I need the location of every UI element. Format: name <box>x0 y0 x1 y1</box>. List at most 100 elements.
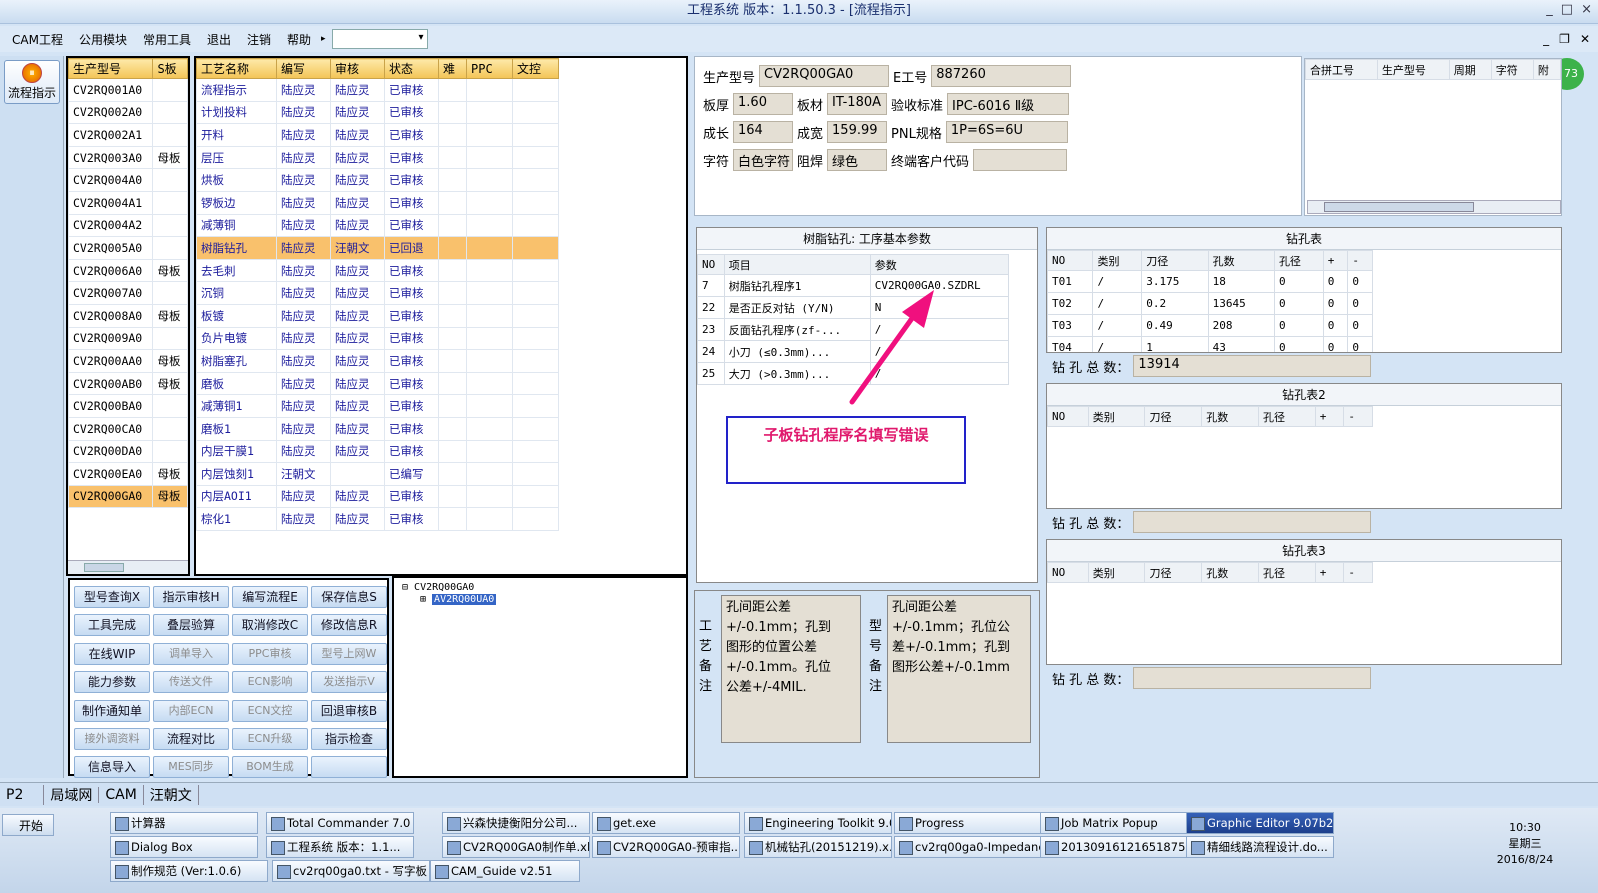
taskbar-item[interactable]: 20130916121651875.rt... <box>1040 836 1188 858</box>
table-row[interactable]: 流程指示 陆应灵 陆应灵 已审核 <box>196 78 559 102</box>
param-col[interactable]: 项目 <box>723 254 871 275</box>
table-row[interactable]: CV2RQ009A0 <box>67 326 188 351</box>
char-field[interactable]: 白色字符 <box>733 149 794 171</box>
drill-col[interactable]: + <box>1314 406 1345 427</box>
table-row[interactable]: CV2RQ00AB0 母板 <box>67 371 188 396</box>
col-model[interactable]: 生产型号 <box>67 58 154 79</box>
taskbar-item[interactable]: 精细线路流程设计.do... <box>1186 836 1334 858</box>
table-row[interactable]: CV2RQ00DA0 <box>67 439 188 464</box>
drill-col[interactable]: 刀径 <box>1141 250 1209 271</box>
action-button[interactable]: 保存信息S <box>311 586 387 608</box>
action-button[interactable]: 调单导入 <box>153 642 229 665</box>
merge-col[interactable]: 字符 <box>1490 59 1534 80</box>
table-row[interactable]: CV2RQ00GA0 母板 <box>67 484 188 509</box>
table-row[interactable]: CV2RQ006A0 母板 <box>67 258 188 283</box>
table-row[interactable]: 烘板 陆应灵 陆应灵 已审核 <box>196 168 559 192</box>
table-row[interactable]: 减薄铜 陆应灵 陆应灵 已审核 <box>196 213 559 238</box>
taskbar-item[interactable]: Total Commander 7.0 ... <box>266 812 414 834</box>
flow-instruction-button[interactable]: ⏸ 流程指示 <box>4 60 60 104</box>
standard-field[interactable]: IPC-6016 Ⅱ级 <box>947 93 1070 115</box>
material-field[interactable]: IT-180A <box>827 93 888 115</box>
width-field[interactable]: 159.99 <box>827 121 888 143</box>
drill-col[interactable]: NO <box>1047 406 1089 427</box>
taskbar-item[interactable]: CV2RQ00GA0制作单.xl... <box>442 836 590 858</box>
table-row[interactable]: CV2RQ003A0 母板 <box>67 145 188 170</box>
table-row[interactable]: 内层蚀刻1 汪朝文 已编写 <box>196 462 559 486</box>
drill-col[interactable]: + <box>1314 562 1345 583</box>
action-button[interactable]: BOM生成 <box>232 756 308 779</box>
drill-col[interactable]: 孔数 <box>1201 562 1259 583</box>
col-header[interactable]: 状态 <box>384 58 439 79</box>
action-button[interactable]: 发送指示V <box>311 671 387 694</box>
drill-col[interactable]: - <box>1347 250 1373 271</box>
tree-child[interactable]: ⊞ AV2RQ00UA0 <box>394 593 686 605</box>
menu-overflow-icon[interactable]: ▸ <box>319 34 328 44</box>
action-button[interactable]: 在线WIP <box>74 642 150 665</box>
action-button[interactable]: 编写流程E <box>232 586 308 608</box>
action-button[interactable]: 接外调资料 <box>74 727 150 750</box>
drill-sum-1-field[interactable]: 13914 <box>1133 355 1372 377</box>
taskbar-item[interactable]: 制作规范 (Ver:1.0.6) <box>110 860 268 882</box>
col-header[interactable]: PPC <box>466 58 513 79</box>
table-row[interactable]: 内层AOI1 陆应灵 陆应灵 已审核 <box>196 484 559 509</box>
merge-col[interactable]: 附 <box>1532 59 1562 80</box>
table-row[interactable]: CV2RQ001A0 <box>67 78 188 102</box>
merge-scrollbar[interactable] <box>1307 200 1561 214</box>
action-button[interactable]: 内部ECN <box>153 699 229 722</box>
col-header[interactable]: 编写 <box>276 58 331 79</box>
action-button[interactable]: 流程对比 <box>153 727 229 750</box>
table-row[interactable]: 板镀 陆应灵 陆应灵 已审核 <box>196 303 559 328</box>
action-button[interactable]: 型号查询X <box>74 586 150 608</box>
col-header[interactable]: 工艺名称 <box>196 58 277 79</box>
table-row[interactable]: 层压 陆应灵 陆应灵 已审核 <box>196 145 559 170</box>
drill-col[interactable]: 孔径 <box>1273 250 1324 271</box>
table-row[interactable]: CV2RQ002A1 <box>67 123 188 147</box>
drill-col[interactable]: - <box>1343 406 1373 427</box>
start-button[interactable]: 开始 <box>2 814 54 836</box>
drill-col[interactable]: + <box>1322 250 1349 271</box>
model-remark-text[interactable]: 孔间距公差+/-0.1mm；孔位公差+/-0.1mm；孔到图形公差+/-0.1m… <box>887 595 1031 743</box>
action-button[interactable]: 指示检查 <box>311 727 387 750</box>
table-row[interactable]: T01/3.175 18 0 0 0 <box>1047 270 1373 293</box>
menu-combo[interactable] <box>331 29 428 49</box>
param-col[interactable]: 参数 <box>869 254 1010 275</box>
thickness-field[interactable]: 1.60 <box>733 93 794 115</box>
table-row[interactable]: 减薄铜1 陆应灵 陆应灵 已审核 <box>196 394 559 418</box>
table-row[interactable]: 锣板边 陆应灵 陆应灵 已审核 <box>196 190 559 215</box>
action-button[interactable]: 信息导入 <box>74 756 150 779</box>
menu-item-5[interactable]: 帮助 <box>279 31 319 48</box>
table-row[interactable]: 内层干膜1 陆应灵 陆应灵 已审核 <box>196 439 559 464</box>
menu-item-2[interactable]: 常用工具 <box>135 31 199 48</box>
drill-col[interactable]: 类别 <box>1087 406 1146 427</box>
status-tab-user[interactable]: 汪朝文 <box>142 784 199 805</box>
taskbar-item[interactable]: get.exe <box>592 812 740 834</box>
action-button[interactable]: 传送文件 <box>153 671 229 694</box>
menu-item-1[interactable]: 公用模块 <box>71 31 135 48</box>
menu-item-0[interactable]: CAM工程 <box>4 31 71 48</box>
merge-col[interactable]: 生产型号 <box>1376 59 1450 80</box>
taskbar-item[interactable]: 机械钻孔(20151219).x... <box>744 836 892 858</box>
table-row[interactable]: T03/0.49 208 0 0 0 <box>1047 314 1373 337</box>
drill-col[interactable]: 孔径 <box>1257 562 1316 583</box>
drill-col[interactable]: 孔径 <box>1257 406 1316 427</box>
table-row[interactable]: CV2RQ00BA0 <box>67 394 188 418</box>
drill-col[interactable]: 类别 <box>1087 562 1146 583</box>
menu-item-4[interactable]: 注销 <box>239 31 279 48</box>
mdi-close-button[interactable]: ✕ <box>1580 32 1590 46</box>
action-button[interactable]: MES同步 <box>153 756 229 779</box>
table-row[interactable]: 开料 陆应灵 陆应灵 已审核 <box>196 123 559 147</box>
action-button[interactable]: 叠层验算 <box>153 614 229 637</box>
table-row[interactable]: 磨板 陆应灵 陆应灵 已审核 <box>196 371 559 396</box>
status-tab-lan[interactable]: 局域网 <box>43 784 98 805</box>
mask-field[interactable]: 绿色 <box>827 149 888 171</box>
col-s[interactable]: S板 <box>152 58 188 79</box>
table-row[interactable]: CV2RQ00AA0 母板 <box>67 349 188 373</box>
action-button[interactable]: 工具完成 <box>74 614 150 637</box>
drill-col[interactable]: 刀径 <box>1144 562 1203 583</box>
table-row[interactable]: CV2RQ00CA0 <box>67 416 188 441</box>
taskbar-item[interactable]: Progress <box>894 812 1042 834</box>
taskbar-item[interactable]: Graphic Editor 9.07b2 ... <box>1186 812 1334 834</box>
table-row[interactable]: 棕化1 陆应灵 陆应灵 已审核 <box>196 507 559 531</box>
action-button[interactable]: 取消修改C <box>232 614 308 637</box>
action-button[interactable]: 制作通知单 <box>74 699 150 722</box>
